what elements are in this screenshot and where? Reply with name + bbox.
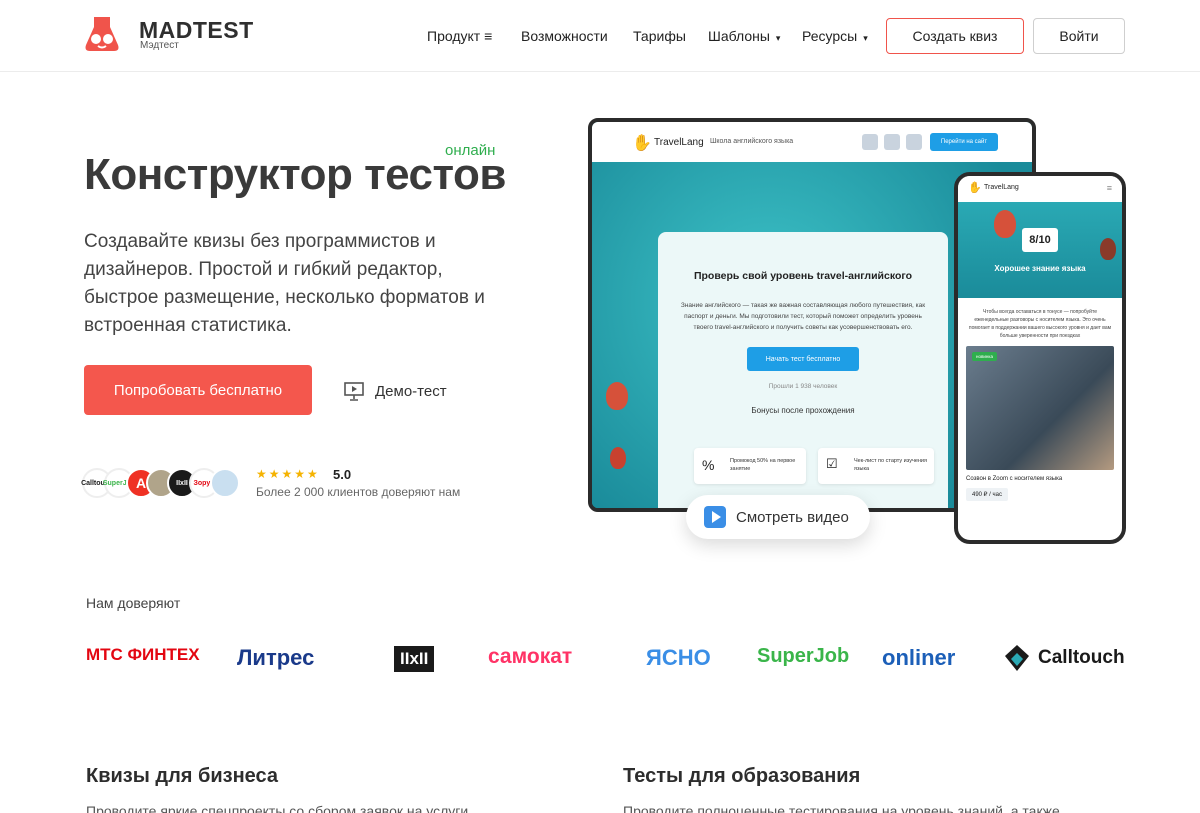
hero-subtitle: Создавайте квизы без программистов и диз… bbox=[84, 231, 485, 336]
course-price: 490 ₽ / час bbox=[966, 488, 1008, 501]
brand-logo-onliner: onliner bbox=[882, 645, 956, 670]
presentation-icon bbox=[344, 382, 364, 401]
balloon-icon bbox=[610, 447, 626, 469]
watch-video-label: Смотреть видео bbox=[736, 508, 849, 526]
balloon-icon bbox=[1100, 238, 1116, 260]
waving-hand-icon: ✋ bbox=[632, 135, 652, 152]
menu-icon: ≡ bbox=[1106, 183, 1112, 193]
phone-result-banner: 8/10 Хорошее знание языка bbox=[958, 202, 1122, 298]
login-button[interactable]: Войти bbox=[1033, 18, 1125, 54]
section-text-business: Проводите яркие спецпроекты со сбором за… bbox=[86, 803, 469, 813]
phone-header: ✋ TravelLang ≡ bbox=[958, 176, 1122, 202]
calltouch-logo-icon bbox=[1005, 645, 1029, 671]
quiz-text: Знание английского — такая же важная сос… bbox=[680, 302, 926, 331]
section-text-education: Проводите полноценные тестирования на ур… bbox=[623, 803, 1060, 813]
mockup-school: Школа английского языка bbox=[710, 138, 794, 145]
logo-subtitle: Мэдтест bbox=[140, 40, 179, 51]
phone-mockup: ✋ TravelLang ≡ 8/10 Хорошее знание языка… bbox=[954, 172, 1126, 544]
nav-resources-label: Ресурсы bbox=[802, 28, 858, 44]
score-badge: 8/10 bbox=[1022, 228, 1058, 252]
balloon-icon bbox=[606, 382, 628, 410]
start-test-button[interactable]: Начать тест бесплатно bbox=[747, 347, 859, 371]
phone-brand: TravelLang bbox=[984, 184, 1019, 191]
demo-test-link[interactable]: Демо-тест bbox=[343, 380, 447, 402]
site-header: MADTEST Мэдтест Продукт ≡ Возможности Та… bbox=[0, 0, 1200, 72]
new-tag: новинка bbox=[972, 352, 997, 361]
bonus-title: Бонусы после прохождения bbox=[751, 406, 855, 415]
nav-templates[interactable]: Шаблоны ▾ bbox=[708, 28, 780, 44]
brand-logo-litres: Литрес bbox=[237, 645, 315, 670]
phone-result: Хорошее знание языка bbox=[994, 264, 1086, 273]
whatsapp-icon bbox=[906, 134, 922, 150]
brand-logo-1x1: IIxII bbox=[394, 646, 435, 672]
rating-stars: ★★★★★ bbox=[256, 467, 320, 481]
course-title: Созвон в Zoom с носителем языка bbox=[966, 476, 1063, 482]
brand-logo-calltouch: Calltouch bbox=[1038, 647, 1125, 668]
clients-count-text: Более 2 000 клиентов доверяют нам bbox=[256, 485, 461, 499]
section-title-business: Квизы для бизнеса bbox=[86, 765, 279, 787]
brand-logo-samokat: самокат bbox=[488, 645, 573, 668]
bonus-item: % Промокод 50% на первое занятие bbox=[694, 448, 806, 484]
nav-templates-label: Шаблоны bbox=[708, 28, 770, 44]
watch-video-button[interactable]: Смотреть видео bbox=[686, 495, 870, 539]
avatar bbox=[210, 468, 240, 498]
demo-test-label: Демо-тест bbox=[375, 382, 447, 400]
chevron-down-icon: ▾ bbox=[775, 33, 781, 43]
nav-features[interactable]: Возможности bbox=[521, 28, 608, 44]
section-title-education: Тесты для образования bbox=[623, 765, 861, 787]
quiz-title: Проверь свой уровень travel-английского bbox=[693, 270, 913, 282]
checklist-icon: ☑ bbox=[826, 456, 838, 471]
create-quiz-button[interactable]: Создать квиз bbox=[886, 18, 1024, 54]
mockup-brand: TravelLang bbox=[654, 137, 704, 148]
waving-hand-icon: ✋ bbox=[968, 182, 982, 194]
percent-icon: % bbox=[702, 457, 715, 473]
brand-logo-yasno: ЯСНО bbox=[646, 645, 711, 670]
nav-resources[interactable]: Ресурсы ▾ bbox=[802, 28, 868, 44]
nav-product-label: Продукт bbox=[427, 28, 481, 44]
rating-value: 5.0 bbox=[333, 467, 352, 482]
goto-site-button[interactable]: Перейти на сайт bbox=[930, 133, 998, 151]
passed-count: Прошли 1 938 человек bbox=[768, 383, 838, 390]
try-free-button[interactable]: Попробовать бесплатно bbox=[84, 365, 312, 415]
bonus-text: Промокод 50% на первое занятие bbox=[730, 458, 796, 472]
phone-text: Чтобы всегда оставаться в тонусе — попро… bbox=[968, 309, 1112, 339]
vk-icon bbox=[862, 134, 878, 150]
balloon-icon bbox=[994, 210, 1016, 238]
bonus-item: ☑ Чек-лист по старту изучения языка bbox=[818, 448, 934, 484]
chevron-down-icon: ▾ bbox=[863, 33, 868, 43]
play-icon bbox=[704, 506, 726, 528]
quiz-card: Проверь свой уровень travel-английского … bbox=[658, 232, 948, 508]
mockup-header: ✋ TravelLang Школа английского языка Пер… bbox=[592, 122, 1032, 162]
trusted-title: Нам доверяют bbox=[86, 595, 181, 611]
brand-logo-mts: МТС ФИНТЕХ bbox=[86, 645, 200, 664]
nav-pricing[interactable]: Тарифы bbox=[633, 28, 686, 44]
brand-logo-superjob: SuperJob bbox=[757, 645, 850, 667]
flask-logo-icon[interactable] bbox=[84, 15, 120, 53]
menu-icon: ≡ bbox=[484, 28, 493, 44]
bonus-text: Чек-лист по старту изучения языка bbox=[854, 458, 927, 472]
telegram-icon bbox=[884, 134, 900, 150]
course-photo: новинка bbox=[966, 346, 1114, 470]
nav-product[interactable]: Продукт ≡ bbox=[427, 28, 492, 44]
hero-title: Конструктор тестов bbox=[84, 150, 506, 199]
